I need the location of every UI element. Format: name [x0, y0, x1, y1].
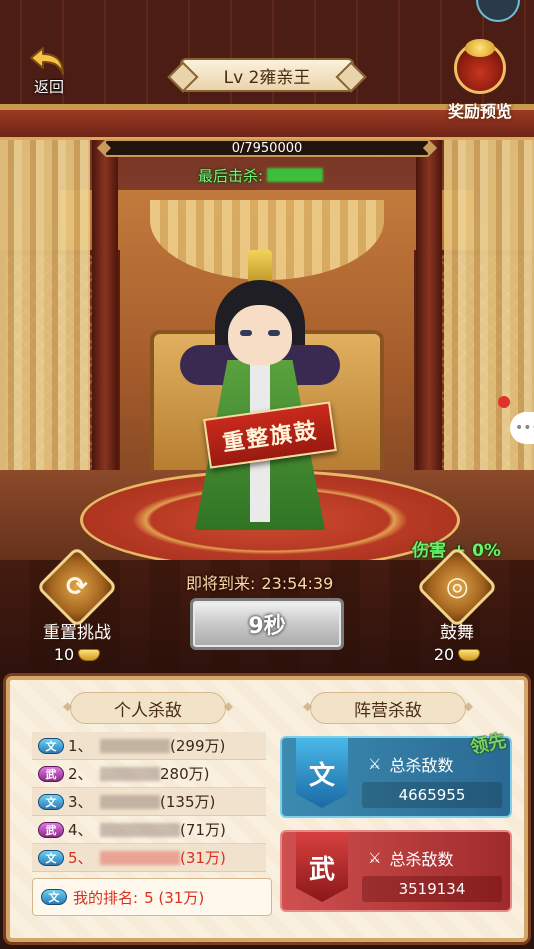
reward-preview-label: 奖励预览 — [447, 102, 512, 121]
faction-tag-wen: 文 — [38, 793, 64, 810]
drum-cost-value: 20 — [433, 645, 455, 664]
player-name-masked — [100, 738, 170, 753]
rank-row: 文 1、 (299万) — [32, 732, 266, 760]
notification-dot — [498, 396, 510, 408]
player-name-masked — [100, 766, 160, 781]
back-arrow-icon — [30, 47, 64, 75]
rank-row: 文 3、 (135万) — [32, 788, 266, 816]
total-kills-text: 总杀敌数 — [389, 756, 454, 775]
personal-rank-list: 文 1、 (299万) 武 2、 280万) 文 3、 (135万) 武 4、 … — [32, 732, 266, 872]
boss-hp-bar: 0/7950000 — [104, 139, 430, 157]
rank-number: 5、 — [68, 849, 93, 867]
crossed-swords-icon: ⚔ — [368, 849, 382, 867]
chat-dots-icon: ••• — [515, 420, 534, 436]
rank-kills: 280万) — [160, 765, 210, 783]
faction-badge-wu: 武 — [296, 832, 348, 902]
faction-tag-wen: 文 — [41, 889, 67, 905]
faction-badge-wen: 文 — [296, 738, 348, 808]
total-kills-value: 3519134 — [362, 876, 502, 902]
boss-hp-text: 0/7950000 — [231, 140, 303, 156]
my-rank-label: 我的排名: — [73, 888, 139, 907]
boss-character[interactable] — [160, 250, 360, 550]
coming-label: 即将到来: — [186, 574, 256, 593]
rank-number: 2、 — [68, 765, 93, 783]
boss-eye-left — [240, 330, 252, 336]
rank-kills: (71万) — [180, 821, 226, 839]
player-name-masked — [100, 850, 180, 865]
boss-title: Lv 2雍亲王 — [180, 58, 354, 92]
gold-ingot-icon — [78, 648, 101, 661]
drum-icon: ◎ — [415, 545, 499, 629]
player-name-masked — [100, 822, 180, 837]
reward-preview-button[interactable]: 奖励预览 — [440, 39, 520, 126]
total-kills-label: ⚔ 总杀敌数 — [368, 752, 453, 776]
crossed-swords-icon: ⚔ — [368, 755, 382, 773]
coming-time: 23:54:39 — [261, 574, 334, 593]
player-name-masked — [100, 794, 160, 809]
chat-bubble-button[interactable]: ••• — [510, 412, 534, 444]
tab-faction-kills[interactable]: 阵营杀敌 — [303, 692, 473, 724]
treasure-bowl-icon — [454, 39, 506, 94]
boss-eye-right — [268, 330, 280, 336]
reset-challenge-button[interactable]: ⟳ 重置挑战 10 — [27, 545, 127, 664]
rank-number: 1、 — [68, 737, 93, 755]
total-kills-label: ⚔ 总杀敌数 — [368, 846, 453, 870]
rank-row-self: 文 5、 (31万) — [32, 844, 266, 872]
drum-inspire-button[interactable]: ◎ 鼓舞 20 — [407, 545, 507, 664]
refresh-icon: ⟳ — [35, 545, 119, 629]
boss-face — [228, 305, 292, 365]
faction-tag-wu: 武 — [38, 821, 64, 838]
last-kill: 最后击杀: — [198, 165, 324, 185]
reset-cost-value: 10 — [53, 645, 75, 664]
last-kill-name-masked — [267, 168, 324, 182]
challenge-cooldown-button[interactable]: 9秒 — [190, 598, 344, 650]
drum-cost: 20 — [407, 645, 507, 664]
back-label: 返回 — [33, 78, 64, 96]
rank-row: 武 2、 280万) — [32, 760, 266, 788]
rank-row: 武 4、 (71万) — [32, 816, 266, 844]
faction-tag-wen: 文 — [38, 849, 64, 866]
coming-countdown: 即将到来: 23:54:39 — [186, 570, 333, 594]
reset-cost: 10 — [27, 645, 127, 664]
rank-kills: (299万) — [170, 737, 226, 755]
rank-kills: (135万) — [160, 793, 216, 811]
faction-card-wu[interactable]: 武 ⚔ 总杀敌数 3519134 — [280, 830, 512, 912]
faction-tag-wen: 文 — [38, 737, 64, 754]
back-button[interactable]: 返回 — [24, 44, 74, 96]
total-kills-text: 总杀敌数 — [389, 850, 454, 869]
my-rank: 文 我的排名: 5 (31万) — [32, 878, 272, 916]
rank-number: 4、 — [68, 821, 93, 839]
ranking-panel: 个人杀敌 阵营杀敌 文 1、 (299万) 武 2、 280万) 文 3、 (1… — [6, 676, 528, 942]
total-kills-value: 4665955 — [362, 782, 502, 808]
tab-personal-kills[interactable]: 个人杀敌 — [63, 692, 233, 724]
rank-number: 3、 — [68, 793, 93, 811]
rank-kills: (31万) — [180, 849, 226, 867]
last-kill-label: 最后击杀: — [198, 166, 264, 185]
my-rank-value: 5 (31万) — [144, 888, 205, 907]
faction-tag-wu: 武 — [38, 765, 64, 782]
gold-ingot-icon — [458, 648, 481, 661]
